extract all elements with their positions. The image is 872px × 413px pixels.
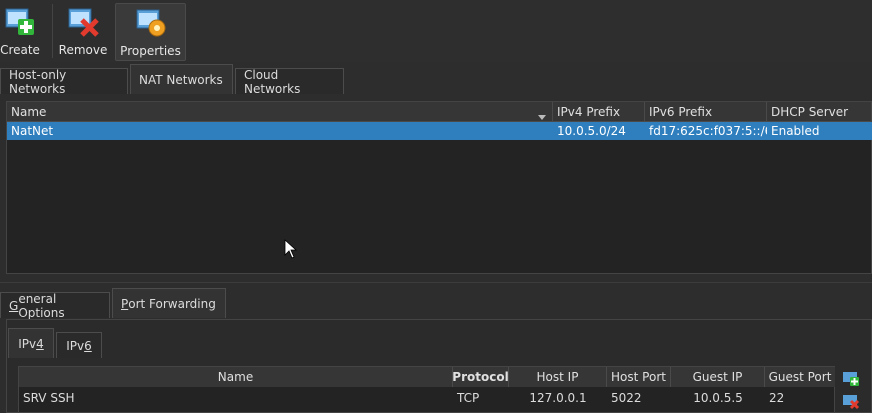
pf-col-host-ip[interactable]: Host IP [509,367,607,387]
add-rule-icon [843,372,859,386]
ipv4-accel: 4 [36,336,44,351]
properties-gear-icon [135,6,167,38]
cell-dhcp: Enabled [771,124,820,138]
remove-rule-button[interactable] [842,392,860,410]
col-name-label: Name [11,104,47,119]
tab-ipv6[interactable]: IPv 6 [56,332,102,358]
port-accel: P [121,296,129,311]
pf-cell-host-port[interactable]: 5022 [611,388,669,408]
pf-cell-protocol[interactable]: TCP [457,388,507,408]
ipv6-accel: 6 [84,338,92,353]
tab-nat[interactable]: NAT Networks [130,64,233,94]
port-rest: ort Forwarding [128,296,216,311]
detail-tabs: General Options Port Forwarding [0,288,228,320]
cell-name: NatNet [11,124,54,138]
tab-host-only[interactable]: Host-only Networks [0,68,128,96]
create-network-icon [4,5,36,37]
col-header-dhcp[interactable]: DHCP Server [767,102,871,122]
add-rule-button[interactable] [842,369,860,387]
tab-general-options[interactable]: General Options [0,291,110,320]
sort-down-icon [538,109,546,123]
remove-rule-icon [843,395,860,410]
pf-col-host-port[interactable]: Host Port [607,367,671,387]
pf-col-protocol[interactable]: Protocol [452,367,509,387]
splitter[interactable] [0,282,872,283]
pf-cell-name[interactable]: SRV SSH [23,388,443,408]
general-accel: G [9,298,19,313]
create-label: Create [0,43,40,57]
properties-button[interactable]: Properties [115,3,186,61]
tab-cloud[interactable]: Cloud Networks [235,68,344,96]
tab-ipv4[interactable]: IPv 4 [8,328,54,358]
pf-col-guest-port[interactable]: Guest Port [765,367,835,387]
cell-ipv6: fd17:625c:f037:5::/64 [649,124,767,138]
table-row[interactable]: NatNet 10.0.5.0/24 fd17:625c:f037:5::/64… [7,122,872,140]
ip-version-tabs: IPv 4 IPv 6 [8,328,104,358]
ipv6-prefix: IPv [66,338,85,353]
general-rest: eneral Options [18,291,65,320]
ipv4-prefix: IPv [18,336,37,351]
pf-col-guest-ip[interactable]: Guest IP [671,367,765,387]
pf-cell-guest-port[interactable]: 22 [769,388,833,408]
col-header-ipv6[interactable]: IPv6 Prefix [645,102,767,122]
mouse-cursor-icon [284,239,298,259]
remove-network-icon [67,5,99,37]
nat-networks-table: Name IPv4 Prefix IPv6 Prefix DHCP Server… [6,101,872,274]
pf-cell-host-ip[interactable]: 127.0.0.1 [509,388,607,408]
cell-ipv4: 10.0.5.0/24 [557,124,626,138]
col-header-name[interactable]: Name [7,102,553,122]
pf-col-name[interactable]: Name [19,367,453,387]
remove-label: Remove [58,43,108,57]
toolbar-separator [52,4,53,58]
network-type-tabs: Host-only Networks NAT Networks Cloud Ne… [0,64,346,96]
pf-cell-guest-ip[interactable]: 10.0.5.5 [671,388,765,408]
properties-label: Properties [120,44,181,58]
port-forwarding-table: Name Protocol Host IP Host Port Guest IP… [18,366,835,413]
create-button[interactable]: Create [0,3,40,61]
tab-port-forwarding[interactable]: Port Forwarding [112,288,226,318]
remove-button[interactable]: Remove [57,3,109,61]
col-header-ipv4[interactable]: IPv4 Prefix [553,102,645,122]
toolbar: Create Remove Properties [0,0,872,62]
